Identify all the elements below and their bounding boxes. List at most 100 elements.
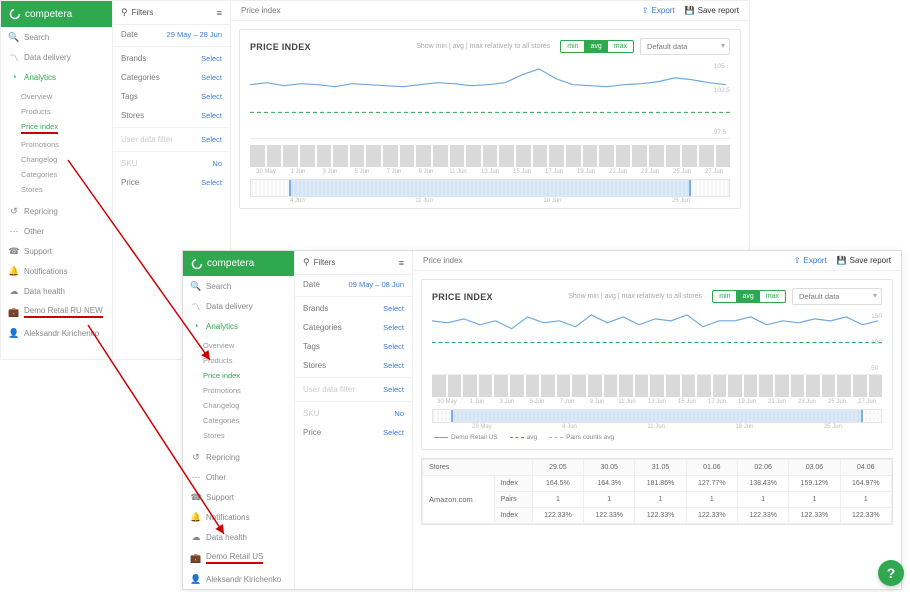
help-bubble[interactable]: ? [878, 560, 904, 586]
filter-date[interactable]: Date29 May – 28 Jun [113, 25, 230, 44]
sidebar-2: competera 🔍Search 〽Data delivery ◔Analyt… [183, 251, 295, 589]
table-header-row: Stores 29.0530.0531.0501.0602.0603.0604.… [423, 460, 892, 476]
filter-price-2[interactable]: PriceSelect [295, 423, 412, 442]
filter-icon: ⚲ [121, 7, 128, 18]
sub-categories-2[interactable]: Categories [197, 413, 294, 428]
filter-user-data-2[interactable]: User data filterSelect [295, 380, 412, 399]
line-chart-2: 150 100 50 [432, 311, 882, 375]
sub-promotions[interactable]: Promotions [15, 137, 112, 152]
filter-brands[interactable]: BrandsSelect [113, 49, 230, 68]
breadcrumb: Price index [241, 6, 281, 15]
sidebar-analytics-2[interactable]: ◔Analytics [183, 316, 294, 336]
time-brush[interactable] [250, 179, 730, 197]
sidebar-notifications-2[interactable]: 🔔Notifications [183, 507, 294, 527]
sub-price-index-2[interactable]: Price index [197, 368, 294, 383]
toggle-avg[interactable]: avg [584, 41, 607, 52]
bell-icon: 🔔 [191, 512, 201, 522]
filter-categories-2[interactable]: CategoriesSelect [295, 318, 412, 337]
sidebar-other[interactable]: ⋯Other [1, 221, 112, 241]
briefcase-icon: 💼 [191, 553, 201, 563]
export-button-2[interactable]: ⇪Export [794, 256, 827, 265]
sidebar-data-delivery-2[interactable]: 〽Data delivery [183, 296, 294, 316]
chart-hint: Show min | avg | max relatively to all s… [317, 43, 554, 50]
filter-settings-icon[interactable]: ≡ [399, 258, 404, 268]
sidebar-support-2[interactable]: ☎Support [183, 487, 294, 507]
search-icon: 🔍 [191, 281, 201, 291]
x-axis-ticks: 30 May1 Jun3 Jun5 Jun7 Jun9 Jun11 Jun13 … [250, 169, 730, 175]
other-icon: ⋯ [191, 472, 201, 482]
sub-changelog-2[interactable]: Changelog [197, 398, 294, 413]
sub-stores-2[interactable]: Stores [197, 428, 294, 443]
line-chart-1: 105 102.5 97.5 [250, 61, 730, 139]
sidebar-account[interactable]: 💼Demo Retail RU NEW [1, 301, 112, 323]
sidebar-user[interactable]: 👤Aleksandr Kirichenko [1, 323, 112, 343]
sidebar-data-health-2[interactable]: ☁Data health [183, 527, 294, 547]
filter-sku[interactable]: SKUNo [113, 154, 230, 173]
data-source-dropdown-2[interactable]: Default data [792, 288, 882, 305]
sub-price-index[interactable]: Price index [15, 119, 112, 137]
search-icon: 🔍 [9, 32, 19, 42]
sub-stores[interactable]: Stores [15, 182, 112, 197]
volume-bars-2 [432, 377, 882, 397]
other-icon: ⋯ [9, 226, 19, 236]
filter-stores[interactable]: StoresSelect [113, 106, 230, 125]
table-row[interactable]: Amazon.com Index 164.5%164.3%181.86%127.… [423, 476, 892, 492]
save-icon: 💾 [837, 256, 847, 265]
time-brush-2[interactable] [432, 409, 882, 423]
brand-name: competera [25, 9, 72, 20]
sub-overview-2[interactable]: Overview [197, 338, 294, 353]
filters-header: ⚲Filters ≡ [113, 1, 230, 25]
filter-settings-icon[interactable]: ≡ [217, 8, 222, 18]
analytics-icon: ◔ [191, 321, 201, 331]
chart-icon: 〽 [191, 301, 201, 311]
analytics-icon: ◔ [9, 72, 19, 82]
sidebar-repricing-2[interactable]: ↺Repricing [183, 447, 294, 467]
bell-icon: 🔔 [9, 266, 19, 276]
filter-tags[interactable]: TagsSelect [113, 87, 230, 106]
sidebar-repricing[interactable]: ↺Repricing [1, 201, 112, 221]
save-report-button-2[interactable]: 💾Save report [837, 256, 891, 265]
sidebar-search-2[interactable]: 🔍Search [183, 276, 294, 296]
sidebar-data-delivery[interactable]: 〽Data delivery [1, 47, 112, 67]
logo-icon [9, 8, 21, 20]
sub-products[interactable]: Products [15, 104, 112, 119]
export-button[interactable]: ⇪Export [642, 6, 675, 15]
sub-products-2[interactable]: Products [197, 353, 294, 368]
toggle-max[interactable]: max [608, 41, 633, 52]
filter-icon: ⚲ [303, 257, 310, 268]
sub-promotions-2[interactable]: Promotions [197, 383, 294, 398]
save-report-button[interactable]: 💾Save report [685, 6, 739, 15]
main-content-2: Price index ⇪Export 💾Save report PRICE I… [413, 251, 901, 589]
data-source-dropdown[interactable]: Default data [640, 38, 730, 55]
sub-changelog[interactable]: Changelog [15, 152, 112, 167]
sidebar-other-2[interactable]: ⋯Other [183, 467, 294, 487]
filter-price[interactable]: PriceSelect [113, 173, 230, 192]
filter-categories[interactable]: CategoriesSelect [113, 68, 230, 87]
repricing-icon: ↺ [191, 452, 201, 462]
sidebar-analytics[interactable]: ◔Analytics [1, 67, 112, 87]
sidebar-data-health[interactable]: ☁Data health [1, 281, 112, 301]
min-avg-max-toggle-2[interactable]: min avg max [712, 290, 786, 303]
filter-tags-2[interactable]: TagsSelect [295, 337, 412, 356]
filter-sku-2[interactable]: SKUNo [295, 404, 412, 423]
app-window-2: competera 🔍Search 〽Data delivery ◔Analyt… [182, 250, 902, 590]
sidebar-support[interactable]: ☎Support [1, 241, 112, 261]
filter-stores-2[interactable]: StoresSelect [295, 356, 412, 375]
chart-legend: Demo Retail US avg Pairs counts avg [432, 430, 882, 445]
sub-categories[interactable]: Categories [15, 167, 112, 182]
min-avg-max-toggle[interactable]: min avg max [560, 40, 634, 53]
support-icon: ☎ [191, 492, 201, 502]
filter-user-data[interactable]: User data filterSelect [113, 130, 230, 149]
filter-date-2[interactable]: Date09 May – 08 Jun [295, 275, 412, 294]
filter-brands-2[interactable]: BrandsSelect [295, 299, 412, 318]
brand-logo: competera [1, 1, 112, 27]
sidebar-account-2[interactable]: 💼Demo Retail US [183, 547, 294, 569]
toggle-min[interactable]: min [561, 41, 584, 52]
sidebar-notifications[interactable]: 🔔Notifications [1, 261, 112, 281]
export-icon: ⇪ [642, 6, 649, 15]
cloud-icon: ☁ [9, 286, 19, 296]
logo-icon [191, 258, 203, 270]
sidebar-search[interactable]: 🔍Search [1, 27, 112, 47]
sidebar-user-2[interactable]: 👤Aleksandr Kirichenko [183, 569, 294, 589]
sub-overview[interactable]: Overview [15, 89, 112, 104]
